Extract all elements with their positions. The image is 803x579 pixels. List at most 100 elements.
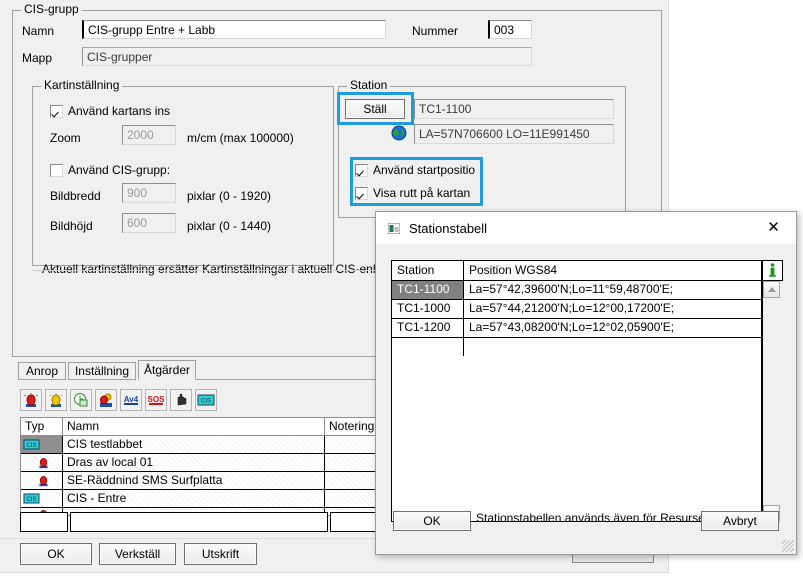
- table-row[interactable]: CIS CIS testlabbet: [21, 436, 375, 454]
- device-list-grid[interactable]: Typ Namn Notering CIS CIS testlabbet Dra…: [20, 417, 376, 516]
- dialog-note: Stationstabellen används även för Resurs…: [476, 511, 712, 525]
- mapp-label: Mapp: [22, 51, 53, 65]
- svg-text:CIS: CIS: [26, 443, 36, 449]
- edit-cell-typ[interactable]: [20, 512, 68, 532]
- group-kartinstallning-title: Kartinställning: [41, 79, 123, 92]
- grid-header: Typ Namn Notering: [21, 418, 375, 436]
- checkbox-label: Använd kartans ins: [68, 104, 170, 118]
- mapp-input[interactable]: CIS-grupper: [82, 47, 532, 66]
- checkbox-anvand-cis-grupp[interactable]: Använd CIS-grupp:: [50, 163, 170, 177]
- edit-cell-notering[interactable]: [330, 512, 376, 532]
- row-name: CIS testlabbet: [63, 436, 325, 453]
- row-name: SE-Räddnind SMS Surfplatta: [63, 472, 325, 489]
- info-green-icon[interactable]: [762, 260, 783, 281]
- toolbar-av4-icon[interactable]: Av4: [120, 389, 142, 411]
- stall-button[interactable]: Ställ: [345, 99, 405, 119]
- zoom-unit-label: m/cm (max 100000): [187, 131, 294, 145]
- scroll-up-button[interactable]: [763, 281, 780, 298]
- toolbar-alarm-red-icon[interactable]: [20, 389, 42, 411]
- grid-header-notering: Notering: [329, 419, 375, 433]
- table-row[interactable]: TC1-1100 La=57°42,39600'N;Lo=11°59,48700…: [392, 281, 761, 300]
- toolbar-alarm-yellow-icon[interactable]: [45, 389, 67, 411]
- cell-station: TC1-1100: [392, 281, 464, 299]
- grid-header-namn: Namn: [63, 418, 325, 435]
- grid-edit-row[interactable]: [20, 512, 376, 532]
- svg-text:CIS: CIS: [201, 399, 211, 405]
- station-table-scrollbar[interactable]: [762, 281, 783, 522]
- group-cis-grupp-title: CIS-grupp: [21, 3, 82, 16]
- tab-anrop[interactable]: Anrop: [18, 362, 66, 380]
- toolbar-cis-icon[interactable]: CIS: [195, 389, 217, 411]
- row-name: CIS - Entre: [63, 490, 325, 507]
- checkbox-label: Använd startpositio: [373, 163, 476, 177]
- row-note: [325, 472, 375, 489]
- checkbox-anvand-startposition[interactable]: Använd startpositio: [355, 163, 477, 177]
- table-row-empty[interactable]: [392, 338, 761, 356]
- bildhojd-unit-label: pixlar (0 - 1440): [187, 219, 272, 233]
- toolbar-clock-refresh-icon[interactable]: [70, 389, 92, 411]
- svg-text:SOS: SOS: [148, 395, 165, 404]
- zoom-input[interactable]: 2000: [122, 125, 176, 145]
- dialog-ok-button[interactable]: OK: [393, 511, 471, 531]
- verkstall-button[interactable]: Verkställ: [99, 543, 176, 565]
- dialog-title: Stationstabell: [409, 220, 488, 236]
- cell-position: La=57°42,39600'N;Lo=11°59,48700'E;: [469, 282, 674, 296]
- checkbox-anvand-kartans-ins[interactable]: Använd kartans ins: [50, 104, 170, 118]
- svg-text:Av4: Av4: [124, 395, 139, 404]
- namn-input[interactable]: CIS-grupp Entre + Labb: [82, 20, 386, 39]
- checkbox-box: [50, 104, 63, 118]
- cell-station: [392, 338, 464, 356]
- tab-installning[interactable]: Inställning: [68, 362, 136, 380]
- toolbar-hand-icon[interactable]: [170, 389, 192, 411]
- cell-position: [464, 338, 761, 356]
- row-note: [325, 490, 375, 507]
- nummer-label: Nummer: [412, 24, 459, 38]
- bildhojd-label: Bildhöjd: [50, 219, 93, 233]
- checkbox-box: [50, 163, 63, 177]
- station-value-input[interactable]: TC1-1100: [414, 99, 614, 119]
- table-row[interactable]: TC1-1200 La=57°43,08200'N;Lo=12°02,05900…: [392, 319, 761, 338]
- table-row[interactable]: SE-Räddnind SMS Surfplatta: [21, 472, 375, 490]
- toolbar-sos-icon[interactable]: SOS: [145, 389, 167, 411]
- row-type-icon: CIS: [21, 436, 63, 453]
- row-type-icon: CIS: [21, 490, 63, 507]
- row-note: [325, 436, 375, 453]
- group-station-title: Station: [347, 79, 391, 92]
- station-table-header: Station Position WGS84: [392, 261, 761, 281]
- nummer-input[interactable]: 003: [488, 20, 532, 39]
- checkbox-visa-rutt[interactable]: Visa rutt på kartan: [355, 186, 477, 200]
- ok-button[interactable]: OK: [20, 543, 92, 565]
- grid-header-typ: Typ: [21, 418, 63, 435]
- dialog-titlebar: Stationstabell ✕: [376, 212, 796, 244]
- station-table[interactable]: Station Position WGS84 TC1-1100 La=57°42…: [391, 260, 762, 522]
- close-icon[interactable]: ✕: [751, 212, 796, 242]
- info-text: Aktuell kartinställning ersätter Kartins…: [42, 262, 401, 276]
- checkbox-label: Visa rutt på kartan: [373, 186, 471, 200]
- globe-icon[interactable]: [390, 124, 408, 142]
- utskrift-button[interactable]: Utskrift: [184, 543, 257, 565]
- bildhojd-input[interactable]: 600: [122, 213, 176, 233]
- position-value-input[interactable]: LA=57N706600 LO=11E991450: [414, 124, 614, 144]
- bildbredd-label: Bildbredd: [50, 189, 101, 203]
- row-type-icon: [21, 472, 63, 489]
- table-row[interactable]: TC1-1000 La=57°44,21200'N;Lo=12°00,17200…: [392, 300, 761, 319]
- checkbox-box: [355, 186, 368, 200]
- namn-label: Namn: [22, 24, 55, 38]
- row-name: Dras av local 01: [63, 454, 325, 471]
- row-note: [325, 454, 375, 471]
- app-icon: [387, 222, 401, 234]
- cell-station: TC1-1000: [392, 300, 464, 318]
- row-type-icon: [21, 454, 63, 471]
- tab-atgarder[interactable]: Åtgärder: [138, 360, 196, 380]
- bildbredd-input[interactable]: 900: [122, 183, 176, 203]
- col-station: Station: [392, 261, 464, 280]
- edit-cell-namn[interactable]: [70, 512, 328, 532]
- col-position: Position WGS84: [469, 263, 558, 277]
- checkbox-label: Använd CIS-grupp:: [68, 163, 170, 177]
- resize-grip[interactable]: [782, 540, 794, 552]
- zoom-label: Zoom: [50, 131, 81, 145]
- table-row[interactable]: CIS CIS - Entre: [21, 490, 375, 508]
- table-row[interactable]: Dras av local 01: [21, 454, 375, 472]
- toolbar-alarm-group-icon[interactable]: [95, 389, 117, 411]
- dialog-cancel-button[interactable]: Avbryt: [701, 511, 779, 531]
